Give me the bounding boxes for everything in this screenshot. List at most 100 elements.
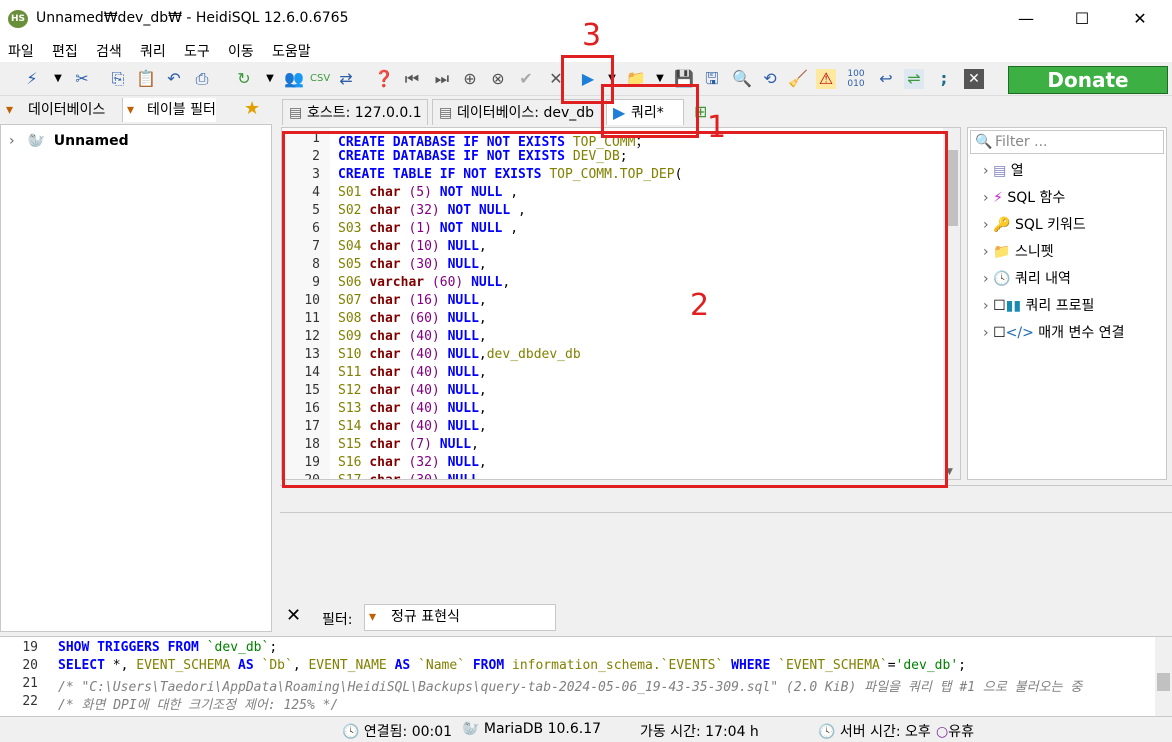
menu-edit[interactable]: 편집 xyxy=(52,41,78,61)
tab-database-tree[interactable]: ▾ 데이터베이스 xyxy=(4,98,105,122)
star-icon[interactable]: ★ xyxy=(244,98,260,119)
helper-item-label: SQL 함수 xyxy=(1007,190,1066,206)
annotation-label-2: 2 xyxy=(690,288,710,323)
helper-item-snippets[interactable]: › 📁 스니펫 xyxy=(983,241,1054,261)
regex-filter-input[interactable]: ▾ 정규 표현식 xyxy=(364,604,556,631)
annotation-box-2 xyxy=(282,131,948,488)
close-filter-icon[interactable]: ✕ xyxy=(286,605,301,626)
annotation-box-1 xyxy=(601,84,699,138)
user-manager-icon[interactable]: 👥 xyxy=(284,69,304,89)
bar-chart-icon: ▮▮ xyxy=(1005,298,1022,314)
last-record-icon[interactable]: ⏭ xyxy=(432,69,452,89)
reformat-icon[interactable]: 🧹 xyxy=(788,69,808,89)
helper-item-query-history[interactable]: › 🕓 쿼리 내역 xyxy=(983,268,1071,288)
code-token: *, xyxy=(112,658,137,673)
code-token: AS xyxy=(238,658,262,673)
filter-icon: ▾ xyxy=(127,102,135,118)
divider xyxy=(280,512,1172,513)
code-token: EVENT_SCHEMA xyxy=(136,658,239,673)
chevron-right-icon[interactable]: › xyxy=(9,133,15,149)
search-icon: 🔍 xyxy=(975,134,993,150)
checkbox[interactable]: ☐ xyxy=(993,298,1006,314)
clock-icon: 🕓 xyxy=(993,271,1011,287)
first-record-icon[interactable]: ⏮ xyxy=(402,69,422,89)
binary-icon[interactable]: 100 010 xyxy=(846,69,866,89)
chevron-down-icon[interactable]: ▼ xyxy=(260,69,280,89)
menu-file[interactable]: 파일 xyxy=(8,41,34,61)
lightning-icon: ⚡ xyxy=(993,190,1003,206)
wrap-lines-icon[interactable]: ↩ xyxy=(876,69,896,89)
maximize-icon[interactable]: ☐ xyxy=(1056,0,1108,38)
add-record-icon[interactable]: ⊕ xyxy=(460,69,480,89)
menu-query[interactable]: 쿼리 xyxy=(140,41,166,61)
code-token: 'dev_db' xyxy=(895,658,959,673)
delete-record-icon[interactable]: ⊗ xyxy=(488,69,508,89)
result-area xyxy=(280,485,1172,603)
tab-label: 데이터베이스: dev_db xyxy=(457,105,595,121)
post-record-icon[interactable]: ✔ xyxy=(516,69,536,89)
code-token: /* 화면 DPI에 대한 크기조정 제어: 125% */ xyxy=(58,698,339,713)
code-token: ; xyxy=(269,640,278,655)
scrollbar-thumb[interactable] xyxy=(1157,673,1170,691)
server-time-status: 🕓 서버 시간: 오후 xyxy=(818,721,936,741)
helper-item-query-profile[interactable]: › ☐▮▮ 쿼리 프로필 xyxy=(983,295,1094,315)
helper-item-sql-functions[interactable]: › ⚡ SQL 함수 xyxy=(983,187,1065,207)
code-token: FROM xyxy=(472,658,512,673)
chevron-down-icon[interactable]: ▼ xyxy=(48,69,68,89)
annotation-box-3 xyxy=(561,55,614,104)
print-icon[interactable]: ⎙ xyxy=(192,69,212,89)
replace-icon[interactable]: ⟲ xyxy=(760,69,780,89)
help-icon[interactable]: ❓ xyxy=(374,69,394,89)
log-scrollbar[interactable] xyxy=(1155,637,1172,717)
autocomplete-icon[interactable]: ⇌ xyxy=(904,69,924,89)
minimize-icon[interactable]: — xyxy=(1000,0,1052,38)
checkbox[interactable]: ☐ xyxy=(993,325,1006,341)
disconnect-icon[interactable]: ✂ xyxy=(72,69,92,89)
helper-filter-input[interactable]: 🔍 Filter ... xyxy=(970,130,1164,154)
sync-icon[interactable]: ⇄ xyxy=(336,69,356,89)
status-text: 서버 시간: 오후 xyxy=(839,724,931,740)
save-as-icon[interactable]: 🖫 xyxy=(702,69,722,89)
tab-label: 호스트: 127.0.0.1 xyxy=(307,105,422,121)
code-token: WHERE xyxy=(731,658,779,673)
filter-icon: ▾ xyxy=(369,609,377,625)
csv-export-icon[interactable]: CSV xyxy=(310,69,330,89)
tab-label: 데이터베이스 xyxy=(28,102,106,118)
copy-icon[interactable]: ⎘ xyxy=(108,69,128,89)
code-line: /* "C:\Users\Taedori\AppData\Roaming\Hei… xyxy=(58,676,1082,695)
tab-table-filter[interactable]: ▾ 테이블 필터 xyxy=(122,98,216,122)
helper-item-bind-params[interactable]: › ☐</> 매개 변수 연결 xyxy=(983,322,1124,342)
refresh-icon[interactable]: ↻ xyxy=(234,69,254,89)
close-icon[interactable]: ✕ xyxy=(1114,0,1166,38)
tree-node-unnamed[interactable]: › 🦭 Unnamed xyxy=(9,133,129,149)
close-query-icon[interactable]: ✕ xyxy=(964,69,984,89)
helper-item-columns[interactable]: › ▤ 열 xyxy=(983,160,1024,180)
menu-tools[interactable]: 도구 xyxy=(184,41,210,61)
tab-host[interactable]: ▤ 호스트: 127.0.0.1 xyxy=(282,99,428,125)
filter-label: 필터: xyxy=(322,612,353,628)
server-version: 🦭 MariaDB 10.6.17 xyxy=(462,721,601,737)
code-token: SHOW TRIGGERS FROM xyxy=(58,640,207,655)
menu-go[interactable]: 이동 xyxy=(228,41,254,61)
menu-search[interactable]: 검색 xyxy=(96,41,122,61)
stop-on-errors-icon[interactable]: ⚠ xyxy=(816,69,836,89)
code-token: = xyxy=(887,658,896,673)
donate-button[interactable]: Donate xyxy=(1008,66,1168,94)
tree-node-label: Unnamed xyxy=(53,133,129,149)
menu-help[interactable]: 도움말 xyxy=(272,41,311,61)
mariadb-seal-icon: 🦭 xyxy=(27,133,45,149)
helper-item-sql-keywords[interactable]: › 🔑 SQL 키워드 xyxy=(983,214,1086,234)
undo-icon[interactable]: ↶ xyxy=(164,69,184,89)
code-line: /* 화면 DPI에 대한 크기조정 제어: 125% */ xyxy=(58,694,338,713)
find-icon[interactable]: 🔍 xyxy=(732,69,752,89)
sql-log[interactable]: 19 SHOW TRIGGERS FROM `dev_db`; 20 SELECT *… xyxy=(0,636,1172,717)
code-token: EVENT_NAME xyxy=(308,658,395,673)
line-number: 20 xyxy=(22,658,38,673)
helper-item-label: 쿼리 내역 xyxy=(1014,271,1071,287)
columns-icon: ▤ xyxy=(993,163,1007,179)
connect-icon[interactable]: ⚡ xyxy=(22,69,42,89)
paste-icon[interactable]: 📋 xyxy=(136,69,156,89)
database-tree: › 🦭 Unnamed xyxy=(0,124,272,632)
semicolon-icon[interactable]: ; xyxy=(934,69,954,89)
left-tab-bar: ▾ 데이터베이스 ▾ 테이블 필터 ★ xyxy=(0,96,272,124)
